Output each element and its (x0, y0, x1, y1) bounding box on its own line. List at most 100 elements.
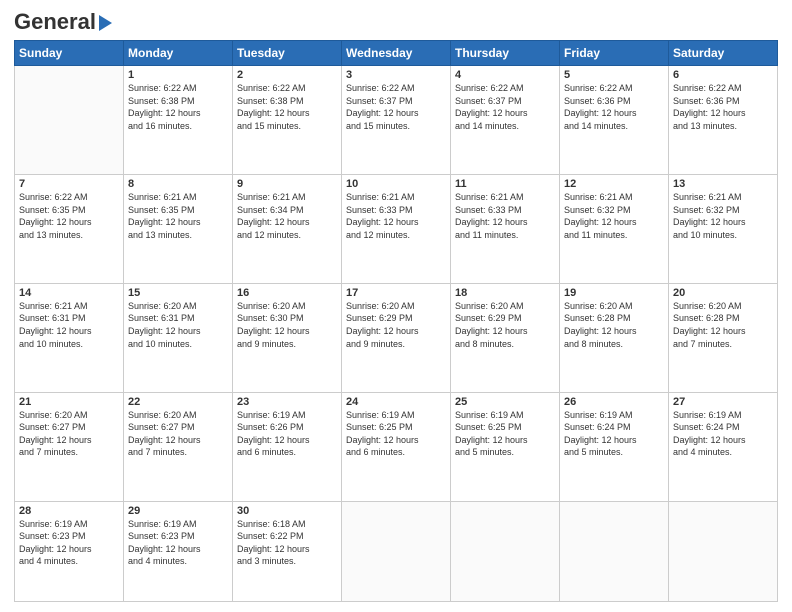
day-info: Sunrise: 6:22 AMSunset: 6:36 PMDaylight:… (673, 82, 773, 132)
day-number: 10 (346, 178, 446, 190)
logo-triangle-icon (99, 15, 112, 31)
day-info: Sunrise: 6:21 AMSunset: 6:34 PMDaylight:… (237, 191, 337, 241)
day-number: 19 (564, 287, 664, 299)
calendar-cell: 28Sunrise: 6:19 AMSunset: 6:23 PMDayligh… (15, 501, 124, 602)
day-info: Sunrise: 6:22 AMSunset: 6:37 PMDaylight:… (455, 82, 555, 132)
calendar-cell: 26Sunrise: 6:19 AMSunset: 6:24 PMDayligh… (560, 392, 669, 501)
calendar-cell (15, 66, 124, 175)
day-info: Sunrise: 6:22 AMSunset: 6:38 PMDaylight:… (237, 82, 337, 132)
calendar-cell: 20Sunrise: 6:20 AMSunset: 6:28 PMDayligh… (669, 283, 778, 392)
calendar-cell: 4Sunrise: 6:22 AMSunset: 6:37 PMDaylight… (451, 66, 560, 175)
weekday-thursday: Thursday (451, 41, 560, 66)
day-number: 20 (673, 287, 773, 299)
day-info: Sunrise: 6:20 AMSunset: 6:28 PMDaylight:… (564, 300, 664, 350)
weekday-monday: Monday (124, 41, 233, 66)
calendar-cell: 12Sunrise: 6:21 AMSunset: 6:32 PMDayligh… (560, 175, 669, 284)
calendar-cell: 6Sunrise: 6:22 AMSunset: 6:36 PMDaylight… (669, 66, 778, 175)
day-number: 26 (564, 396, 664, 408)
day-info: Sunrise: 6:20 AMSunset: 6:27 PMDaylight:… (128, 409, 228, 459)
calendar-cell: 18Sunrise: 6:20 AMSunset: 6:29 PMDayligh… (451, 283, 560, 392)
weekday-friday: Friday (560, 41, 669, 66)
weekday-header-row: SundayMondayTuesdayWednesdayThursdayFrid… (15, 41, 778, 66)
day-info: Sunrise: 6:19 AMSunset: 6:23 PMDaylight:… (128, 518, 228, 568)
day-info: Sunrise: 6:19 AMSunset: 6:23 PMDaylight:… (19, 518, 119, 568)
day-info: Sunrise: 6:21 AMSunset: 6:33 PMDaylight:… (455, 191, 555, 241)
calendar-cell (451, 501, 560, 602)
day-info: Sunrise: 6:21 AMSunset: 6:32 PMDaylight:… (564, 191, 664, 241)
calendar-cell: 23Sunrise: 6:19 AMSunset: 6:26 PMDayligh… (233, 392, 342, 501)
day-number: 29 (128, 505, 228, 517)
page: General SundayMondayTuesdayWednesdayThur… (0, 0, 792, 612)
calendar-cell: 16Sunrise: 6:20 AMSunset: 6:30 PMDayligh… (233, 283, 342, 392)
day-info: Sunrise: 6:19 AMSunset: 6:25 PMDaylight:… (346, 409, 446, 459)
calendar-cell: 21Sunrise: 6:20 AMSunset: 6:27 PMDayligh… (15, 392, 124, 501)
calendar-cell: 8Sunrise: 6:21 AMSunset: 6:35 PMDaylight… (124, 175, 233, 284)
day-info: Sunrise: 6:20 AMSunset: 6:30 PMDaylight:… (237, 300, 337, 350)
day-number: 16 (237, 287, 337, 299)
day-number: 12 (564, 178, 664, 190)
calendar-cell: 7Sunrise: 6:22 AMSunset: 6:35 PMDaylight… (15, 175, 124, 284)
day-info: Sunrise: 6:19 AMSunset: 6:24 PMDaylight:… (564, 409, 664, 459)
day-number: 4 (455, 69, 555, 81)
day-number: 15 (128, 287, 228, 299)
day-number: 27 (673, 396, 773, 408)
day-number: 5 (564, 69, 664, 81)
day-info: Sunrise: 6:22 AMSunset: 6:35 PMDaylight:… (19, 191, 119, 241)
day-number: 13 (673, 178, 773, 190)
calendar-cell: 30Sunrise: 6:18 AMSunset: 6:22 PMDayligh… (233, 501, 342, 602)
weekday-tuesday: Tuesday (233, 41, 342, 66)
logo-general: General (14, 10, 96, 34)
day-number: 17 (346, 287, 446, 299)
day-number: 18 (455, 287, 555, 299)
calendar-cell: 11Sunrise: 6:21 AMSunset: 6:33 PMDayligh… (451, 175, 560, 284)
calendar-cell: 27Sunrise: 6:19 AMSunset: 6:24 PMDayligh… (669, 392, 778, 501)
week-row-4: 21Sunrise: 6:20 AMSunset: 6:27 PMDayligh… (15, 392, 778, 501)
weekday-wednesday: Wednesday (342, 41, 451, 66)
day-number: 1 (128, 69, 228, 81)
calendar-cell: 22Sunrise: 6:20 AMSunset: 6:27 PMDayligh… (124, 392, 233, 501)
day-number: 6 (673, 69, 773, 81)
calendar-cell (342, 501, 451, 602)
day-number: 9 (237, 178, 337, 190)
day-info: Sunrise: 6:19 AMSunset: 6:25 PMDaylight:… (455, 409, 555, 459)
day-number: 22 (128, 396, 228, 408)
week-row-3: 14Sunrise: 6:21 AMSunset: 6:31 PMDayligh… (15, 283, 778, 392)
week-row-5: 28Sunrise: 6:19 AMSunset: 6:23 PMDayligh… (15, 501, 778, 602)
day-number: 24 (346, 396, 446, 408)
day-number: 21 (19, 396, 119, 408)
day-info: Sunrise: 6:18 AMSunset: 6:22 PMDaylight:… (237, 518, 337, 568)
logo: General (14, 10, 112, 34)
day-number: 25 (455, 396, 555, 408)
day-info: Sunrise: 6:20 AMSunset: 6:28 PMDaylight:… (673, 300, 773, 350)
day-info: Sunrise: 6:20 AMSunset: 6:31 PMDaylight:… (128, 300, 228, 350)
day-info: Sunrise: 6:20 AMSunset: 6:27 PMDaylight:… (19, 409, 119, 459)
calendar-cell (560, 501, 669, 602)
day-info: Sunrise: 6:21 AMSunset: 6:33 PMDaylight:… (346, 191, 446, 241)
calendar-cell: 14Sunrise: 6:21 AMSunset: 6:31 PMDayligh… (15, 283, 124, 392)
day-info: Sunrise: 6:19 AMSunset: 6:26 PMDaylight:… (237, 409, 337, 459)
week-row-2: 7Sunrise: 6:22 AMSunset: 6:35 PMDaylight… (15, 175, 778, 284)
day-info: Sunrise: 6:22 AMSunset: 6:36 PMDaylight:… (564, 82, 664, 132)
calendar-cell: 29Sunrise: 6:19 AMSunset: 6:23 PMDayligh… (124, 501, 233, 602)
day-info: Sunrise: 6:22 AMSunset: 6:38 PMDaylight:… (128, 82, 228, 132)
day-info: Sunrise: 6:21 AMSunset: 6:31 PMDaylight:… (19, 300, 119, 350)
calendar-cell: 9Sunrise: 6:21 AMSunset: 6:34 PMDaylight… (233, 175, 342, 284)
day-info: Sunrise: 6:19 AMSunset: 6:24 PMDaylight:… (673, 409, 773, 459)
calendar-table: SundayMondayTuesdayWednesdayThursdayFrid… (14, 40, 778, 602)
day-number: 7 (19, 178, 119, 190)
calendar-cell: 3Sunrise: 6:22 AMSunset: 6:37 PMDaylight… (342, 66, 451, 175)
calendar-cell: 24Sunrise: 6:19 AMSunset: 6:25 PMDayligh… (342, 392, 451, 501)
weekday-saturday: Saturday (669, 41, 778, 66)
day-number: 11 (455, 178, 555, 190)
day-number: 2 (237, 69, 337, 81)
calendar-cell: 10Sunrise: 6:21 AMSunset: 6:33 PMDayligh… (342, 175, 451, 284)
calendar-cell: 2Sunrise: 6:22 AMSunset: 6:38 PMDaylight… (233, 66, 342, 175)
day-info: Sunrise: 6:20 AMSunset: 6:29 PMDaylight:… (455, 300, 555, 350)
day-number: 8 (128, 178, 228, 190)
day-info: Sunrise: 6:21 AMSunset: 6:35 PMDaylight:… (128, 191, 228, 241)
calendar-cell: 15Sunrise: 6:20 AMSunset: 6:31 PMDayligh… (124, 283, 233, 392)
calendar-cell (669, 501, 778, 602)
calendar-cell: 1Sunrise: 6:22 AMSunset: 6:38 PMDaylight… (124, 66, 233, 175)
day-number: 14 (19, 287, 119, 299)
day-info: Sunrise: 6:22 AMSunset: 6:37 PMDaylight:… (346, 82, 446, 132)
